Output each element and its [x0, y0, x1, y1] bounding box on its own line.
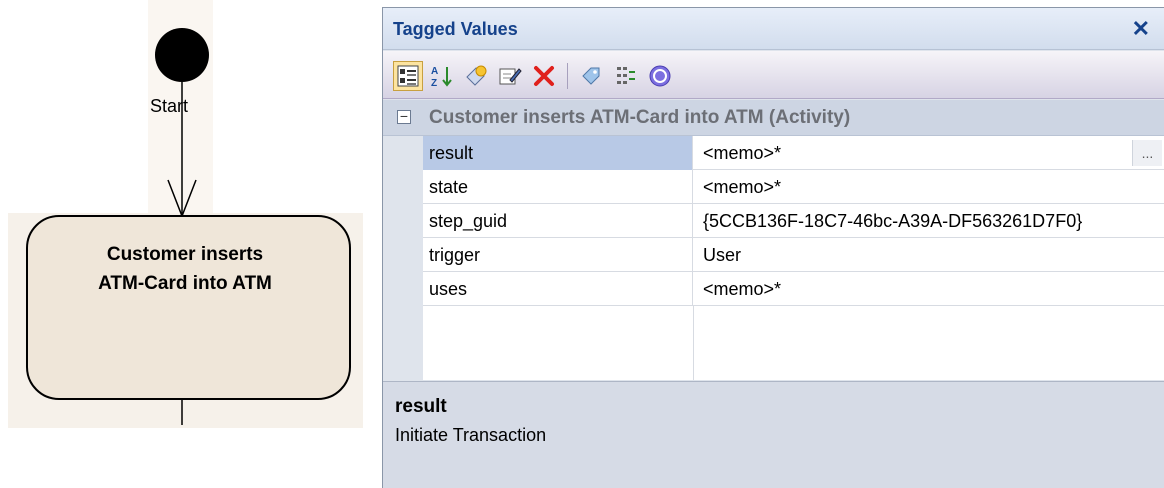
activity-label-line2: ATM-Card into ATM — [98, 273, 272, 294]
group-label: Customer inserts ATM-Card into ATM (Acti… — [429, 107, 851, 128]
screen: Start Customer inserts ATM-Card into ATM… — [0, 0, 1164, 488]
window-title: Tagged Values — [393, 19, 518, 39]
grid-gutter — [383, 136, 423, 380]
toolbar-separator — [567, 63, 568, 89]
description-title: result — [395, 396, 447, 417]
svg-text:A: A — [431, 66, 438, 77]
table-row[interactable]: state <memo>* — [423, 170, 1164, 204]
collapse-icon[interactable]: − — [397, 109, 411, 124]
tag-icon[interactable] — [577, 61, 607, 91]
tag-value[interactable]: <memo>* — [693, 170, 1164, 204]
delete-icon[interactable] — [529, 61, 559, 91]
window-titlebar[interactable]: Tagged Values ✕ — [383, 8, 1164, 50]
column-divider — [693, 306, 694, 380]
edit-note-icon[interactable] — [495, 61, 525, 91]
table-row[interactable]: step_guid {5CCB136F-18C7-46bc-A39A-DF563… — [423, 204, 1164, 238]
description-text: Initiate Transaction — [395, 425, 547, 445]
tag-name: state — [423, 170, 693, 204]
list-icon[interactable] — [611, 61, 641, 91]
property-grid: − Customer inserts ATM-Card into ATM (Ac… — [383, 100, 1164, 380]
tag-name: result — [423, 136, 693, 170]
activity-label: Customer inserts ATM-Card into ATM — [40, 240, 330, 298]
table-row[interactable]: trigger User — [423, 238, 1164, 272]
close-icon[interactable]: ✕ — [1132, 16, 1150, 42]
tagged-values-window: Tagged Values ✕ A Z − Customer inserts A… — [382, 7, 1164, 488]
start-node[interactable] — [155, 28, 209, 82]
tag-name: uses — [423, 272, 693, 306]
new-tag-icon[interactable] — [461, 61, 491, 91]
table-row[interactable]: result <memo>* ... — [423, 136, 1164, 170]
table-row[interactable]: uses <memo>* — [423, 272, 1164, 306]
ellipsis-button[interactable]: ... — [1132, 140, 1162, 166]
tag-name: step_guid — [423, 204, 693, 238]
tag-value[interactable]: User — [693, 238, 1164, 272]
help-icon[interactable] — [645, 61, 675, 91]
group-header[interactable]: − Customer inserts ATM-Card into ATM (Ac… — [383, 100, 1164, 136]
tag-value[interactable]: <memo>* — [693, 136, 1164, 170]
start-label: Start — [150, 96, 189, 116]
tag-value[interactable]: {5CCB136F-18C7-46bc-A39A-DF563261D7F0} — [693, 204, 1164, 238]
toolbar: A Z — [383, 51, 1164, 99]
tag-name: trigger — [423, 238, 693, 272]
svg-text:Z: Z — [431, 78, 437, 88]
description-panel: result Initiate Transaction — [383, 381, 1164, 488]
sort-alphabetical-icon[interactable]: A Z — [427, 61, 457, 91]
activity-label-line1: Customer inserts — [106, 244, 264, 265]
tag-value[interactable]: <memo>* — [693, 272, 1164, 306]
activity-diagram: Start Customer inserts ATM-Card into ATM — [0, 0, 380, 488]
categorized-view-icon[interactable] — [393, 61, 423, 91]
